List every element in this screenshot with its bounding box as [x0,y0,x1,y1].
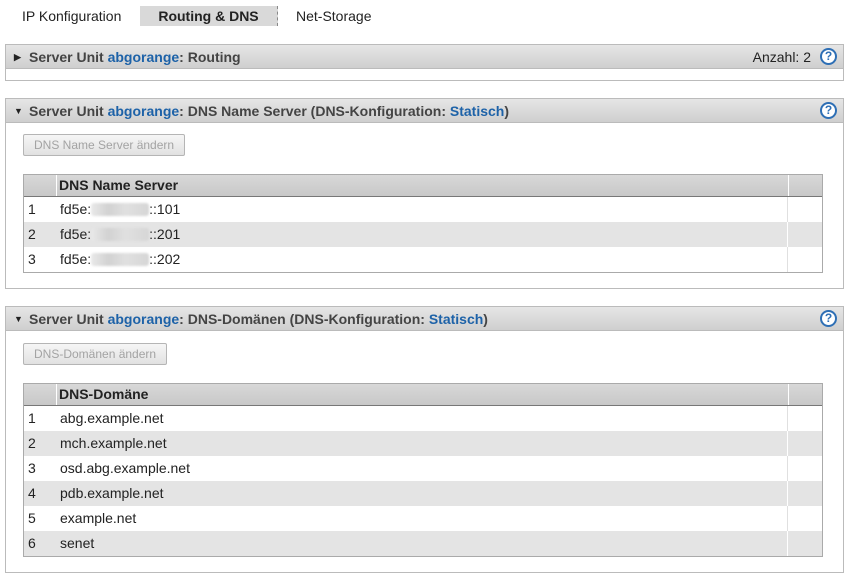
help-icon[interactable]: ? [820,102,837,119]
column-divider [787,531,788,556]
routing-count: Anzahl: 2 [752,49,811,65]
routing-panel-title: Server Unit abgorange: Routing [29,45,241,69]
server-unit-link[interactable]: abgorange [108,103,180,119]
table-header: DNS-Domäne [24,384,822,406]
tab-net-storage[interactable]: Net-Storage [296,6,371,26]
table-row[interactable]: 2 fd5e:::201 [24,222,822,247]
dns-domain-panel-header[interactable]: ▼ Server Unit abgorange: DNS-Domänen (DN… [6,307,843,331]
dns-server-panel-title: Server Unit abgorange: DNS Name Server (… [29,99,509,123]
row-value: abg.example.net [60,410,164,426]
address-prefix: fd5e: [60,201,92,217]
header-index-cell [24,175,57,196]
column-divider [787,481,788,506]
table-row[interactable]: 6 senet [24,531,822,556]
table-row[interactable]: 1 abg.example.net [24,406,822,431]
address-prefix: fd5e: [60,251,92,267]
redacted-address [91,203,150,216]
column-divider [787,197,788,222]
title-suffix: : Routing [179,49,241,65]
server-unit-link[interactable]: abgorange [108,311,180,327]
change-dns-domains-button[interactable]: DNS-Domänen ändern [23,343,168,365]
row-number: 2 [28,435,36,451]
help-icon[interactable]: ? [820,48,837,65]
column-header-dns-name-server[interactable]: DNS Name Server [59,175,178,196]
table-row[interactable]: 4 pdb.example.net [24,481,822,506]
row-number: 6 [28,535,36,551]
row-number: 3 [28,460,36,476]
dns-server-panel: ▼ Server Unit abgorange: DNS Name Server… [5,98,844,289]
triangle-down-icon[interactable]: ▼ [14,99,26,123]
column-divider [787,431,788,456]
dns-domain-panel: ▼ Server Unit abgorange: DNS-Domänen (DN… [5,306,844,573]
row-value: fd5e:::201 [60,222,180,247]
dns-domain-table: DNS-Domäne 1 abg.example.net 2 mch.examp… [23,383,823,557]
table-row[interactable]: 2 mch.example.net [24,431,822,456]
server-unit-link[interactable]: abgorange [108,49,180,65]
row-number: 3 [28,251,36,267]
row-number: 4 [28,485,36,501]
dns-config-mode-link[interactable]: Statisch [450,103,504,119]
redacted-address [91,228,150,241]
tab-ip-konfiguration[interactable]: IP Konfiguration [22,6,121,26]
redacted-address [91,253,150,266]
address-prefix: fd5e: [60,226,92,242]
row-value: example.net [60,510,137,526]
row-value: pdb.example.net [60,485,164,501]
row-number: 1 [28,201,36,217]
routing-panel-header[interactable]: ▶ Server Unit abgorange: Routing Anzahl:… [6,45,843,69]
header-extra-cell [788,384,822,405]
column-divider [787,247,788,272]
row-value: fd5e:::202 [60,247,180,272]
column-divider [787,506,788,531]
title-prefix: Server Unit [29,49,108,65]
table-row[interactable]: 3 fd5e:::202 [24,247,822,272]
row-value: osd.abg.example.net [60,460,190,476]
row-value: senet [60,535,95,551]
title-mid: : DNS-Domänen (DNS-Konfiguration: [179,311,429,327]
address-suffix: ::201 [149,226,181,242]
row-value: mch.example.net [60,435,167,451]
row-number: 1 [28,410,36,426]
column-header-dns-domain[interactable]: DNS-Domäne [59,384,148,405]
title-prefix: Server Unit [29,311,108,327]
title-mid: : DNS Name Server (DNS-Konfiguration: [179,103,450,119]
dns-config-mode-link[interactable]: Statisch [429,311,483,327]
address-suffix: ::101 [149,201,181,217]
title-close: ) [483,311,488,327]
row-number: 2 [28,226,36,242]
table-row[interactable]: 5 example.net [24,506,822,531]
title-close: ) [504,103,510,119]
row-value: fd5e:::101 [60,197,180,222]
header-extra-cell [788,175,822,196]
triangle-right-icon[interactable]: ▶ [14,45,26,69]
table-row[interactable]: 1 fd5e:::101 [24,197,822,222]
dns-server-table: DNS Name Server 1 fd5e:::101 2 fd5e:::20… [23,174,823,273]
column-divider [787,456,788,481]
change-dns-server-button[interactable]: DNS Name Server ändern [23,134,186,156]
routing-panel: ▶ Server Unit abgorange: Routing Anzahl:… [5,44,844,81]
help-icon[interactable]: ? [820,310,837,327]
row-number: 5 [28,510,36,526]
title-prefix: Server Unit [29,103,108,119]
table-header: DNS Name Server [24,175,822,197]
column-divider [787,222,788,247]
header-index-cell [24,384,57,405]
dns-server-panel-header[interactable]: ▼ Server Unit abgorange: DNS Name Server… [6,99,843,123]
table-row[interactable]: 3 osd.abg.example.net [24,456,822,481]
triangle-down-icon[interactable]: ▼ [14,307,26,331]
tab-bar: IP Konfiguration Routing & DNS Net-Stora… [0,0,849,32]
column-divider [787,406,788,431]
tab-routing-dns[interactable]: Routing & DNS [140,6,278,26]
address-suffix: ::202 [149,251,181,267]
dns-domain-panel-title: Server Unit abgorange: DNS-Domänen (DNS-… [29,307,488,331]
